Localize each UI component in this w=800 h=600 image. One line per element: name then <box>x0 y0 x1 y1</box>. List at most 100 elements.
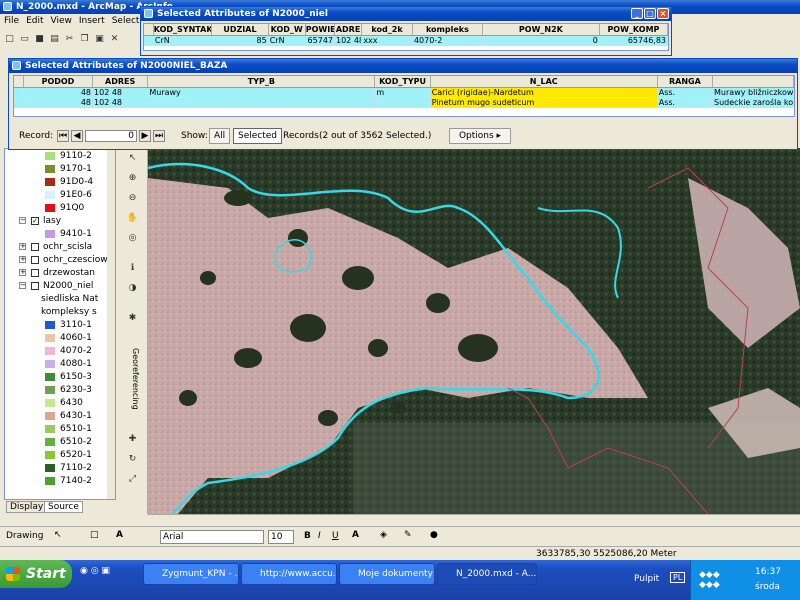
identify-icon[interactable]: ℹ <box>126 262 139 275</box>
table-cell[interactable]: m <box>375 88 431 97</box>
settings-icon[interactable]: ✱ <box>126 312 139 325</box>
layer-checkbox[interactable] <box>31 269 39 277</box>
text-tool-icon[interactable]: A <box>116 530 123 540</box>
column-header[interactable]: PODOD <box>24 76 94 87</box>
underline-button[interactable]: U <box>332 531 339 541</box>
column-header[interactable]: ADRES <box>93 76 149 87</box>
toc-item[interactable]: 9410-1 <box>5 227 105 241</box>
table-cell[interactable]: Ass. <box>658 88 714 97</box>
layer-checkbox[interactable] <box>31 256 39 264</box>
toc-item[interactable]: 91D0-4 <box>5 175 105 189</box>
pan-icon[interactable]: ✋ <box>126 212 139 225</box>
toc-item[interactable]: 7140-2 <box>5 474 105 488</box>
win1-titlebar[interactable]: Selected Attributes of N2000_niel _ □ × <box>141 7 671 21</box>
toc-item[interactable]: 6430-1 <box>5 409 105 423</box>
column-header[interactable]: N_LAC <box>431 76 658 87</box>
italic-button[interactable]: I <box>318 531 321 541</box>
attributes-window-baza[interactable]: Selected Attributes of N2000NIEL_BAZA PO… <box>8 58 798 150</box>
toc-item[interactable]: 6520-1 <box>5 448 105 462</box>
show-selected-button[interactable]: Selected <box>233 128 283 144</box>
full-extent-icon[interactable]: ◎ <box>126 232 139 245</box>
minimize-button[interactable]: _ <box>631 8 643 19</box>
control-points-icon[interactable]: ✚ <box>126 433 139 446</box>
tray-icons[interactable]: ◆◆◆ ◆◆◆ <box>699 570 720 590</box>
toc-item[interactable]: 6430 <box>5 396 105 410</box>
table-cell[interactable]: 102 48 <box>93 98 149 107</box>
cut-icon[interactable]: ✂ <box>63 33 76 46</box>
line-color-icon[interactable]: ✎ <box>404 530 412 540</box>
toc-item[interactable]: 3110-1 <box>5 318 105 332</box>
new-icon[interactable]: □ <box>3 33 16 46</box>
column-header[interactable]: POW_KOMP <box>600 24 668 35</box>
toc-item[interactable]: − ✓ lasy <box>5 214 105 228</box>
menu-view[interactable]: View <box>51 14 72 28</box>
table-cell[interactable]: 85 <box>212 36 269 45</box>
toc-item[interactable]: 91Q0 <box>5 201 105 215</box>
open-icon[interactable]: ▭ <box>18 33 31 46</box>
zoom-in-icon[interactable]: ⊕ <box>126 172 139 185</box>
task-browser[interactable]: http://www.accu... <box>241 563 337 585</box>
toc-item[interactable]: 4070-2 <box>5 344 105 358</box>
menu-insert[interactable]: Insert <box>79 14 105 28</box>
pulpit-toolbar[interactable]: Pulpit <box>634 574 659 584</box>
tab-source[interactable]: Source <box>44 501 83 513</box>
row-selector[interactable] <box>14 88 24 97</box>
print-icon[interactable]: ▤ <box>48 33 61 46</box>
win2-grid[interactable]: PODOD ADRES TYP_B KOD_TYPU N_LAC RANGA 48 102 … <box>13 75 795 117</box>
expand-icon[interactable]: + <box>19 256 26 263</box>
zoom-out-icon[interactable]: ⊖ <box>126 192 139 205</box>
table-cell[interactable]: 102 48 <box>335 36 363 45</box>
toc-item[interactable]: kompleksy s <box>5 305 105 319</box>
toc-scrollbar[interactable] <box>107 149 115 499</box>
table-cell[interactable]: 4070-2 <box>413 36 484 45</box>
map-hscrollbar[interactable] <box>148 514 800 524</box>
layer-checkbox[interactable] <box>31 243 39 251</box>
rectangle-icon[interactable]: □ <box>90 530 99 540</box>
column-header[interactable]: UDZIAL <box>212 24 269 35</box>
toc-item[interactable]: 7110-2 <box>5 461 105 475</box>
table-cell[interactable]: Murawy <box>148 88 376 97</box>
language-indicator[interactable]: PL <box>670 572 686 583</box>
toc-item[interactable]: − N2000_niel <box>5 279 105 293</box>
toc-item[interactable]: + ochr_scisla <box>5 240 105 254</box>
font-color-icon[interactable]: A <box>352 530 359 540</box>
show-all-button[interactable]: All <box>209 128 231 144</box>
toc-item[interactable]: + drzewostan <box>5 266 105 280</box>
delete-icon[interactable]: ✕ <box>108 33 121 46</box>
column-header[interactable]: KOD_W <box>269 24 306 35</box>
toc-item[interactable]: siedliska Nat <box>5 292 105 306</box>
close-button[interactable]: × <box>657 8 669 19</box>
first-record-button[interactable]: ⏮ <box>57 130 69 142</box>
expand-icon[interactable]: + <box>19 243 26 250</box>
expand-icon[interactable]: + <box>19 269 26 276</box>
expand-icon[interactable]: − <box>19 217 26 224</box>
table-cell[interactable]: Carici (rigidae)-Nardetum <box>430 88 658 97</box>
paste-icon[interactable]: ▣ <box>93 33 106 46</box>
table-cell[interactable]: CrN <box>154 36 213 45</box>
table-row[interactable]: 48 102 48 Murawy m Carici (rigidae)-Nardetum… <box>14 88 794 98</box>
toc-item[interactable]: 9170-1 <box>5 162 105 176</box>
menu-file[interactable]: File <box>4 14 19 28</box>
table-row[interactable]: 48 102 48 Pinetum mugo sudeticum Ass. Sudeck… <box>14 98 794 108</box>
table-cell[interactable]: Ass. <box>658 98 714 107</box>
toc-item[interactable]: 6230-3 <box>5 383 105 397</box>
marker-color-icon[interactable]: ● <box>430 530 438 540</box>
record-input[interactable]: 0 <box>85 130 137 142</box>
column-header[interactable] <box>713 76 795 87</box>
tab-display[interactable]: Display <box>6 501 48 513</box>
table-cell[interactable]: 65746,83 <box>600 36 668 45</box>
row-selector[interactable] <box>144 36 154 45</box>
font-select[interactable]: Arial <box>160 530 264 544</box>
link-icon[interactable]: ⤢ <box>126 473 139 486</box>
column-header[interactable]: POW_N2K <box>483 24 600 35</box>
clock[interactable]: 16:37 <box>755 567 781 577</box>
table-cell[interactable]: Sudeckie zarośla kos <box>713 98 794 107</box>
column-header[interactable]: POWIE <box>306 24 335 35</box>
row-selector[interactable] <box>14 98 24 107</box>
win2-titlebar[interactable]: Selected Attributes of N2000NIEL_BAZA <box>9 59 797 73</box>
drawing-menu[interactable]: Drawing <box>6 531 43 541</box>
layer-checkbox[interactable]: ✓ <box>31 217 39 225</box>
toc-item[interactable]: 6150-3 <box>5 370 105 384</box>
toc-item[interactable]: 9110-2 <box>5 149 105 163</box>
table-cell[interactable]: 48 <box>24 98 94 107</box>
